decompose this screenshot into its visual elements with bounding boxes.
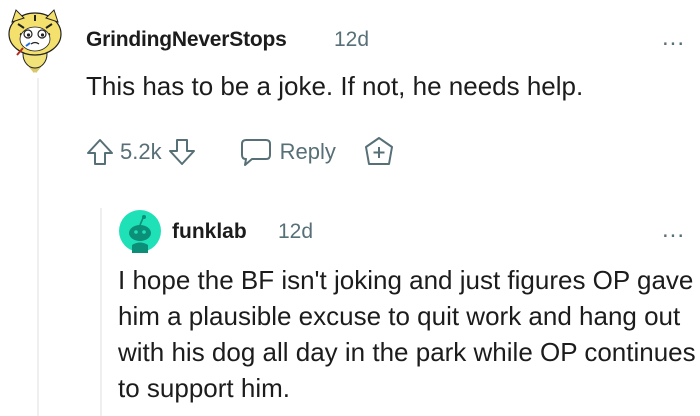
reply-body: I hope the BF isn't joking and just figu… [118,265,696,403]
comment-timestamp[interactable]: 12d [334,28,369,52]
reply-avatar[interactable] [118,209,162,253]
upvote-button[interactable] [84,134,116,170]
downvote-arrow-icon [168,139,195,165]
award-plus-icon [364,137,393,165]
comment-body: This has to be a joke. If not, he needs … [86,71,584,101]
award-button[interactable] [362,135,396,169]
speech-bubble-icon [240,139,271,166]
vote-score: 5.2k [120,139,162,164]
comment-username[interactable]: GrindingNeverStops [86,28,287,52]
reply-button[interactable]: Reply [240,137,336,167]
avatar[interactable] [4,6,66,74]
thread-line[interactable] [37,78,39,416]
reply-label: Reply [279,139,336,164]
reply-thread-line[interactable] [100,208,102,416]
upvote-arrow-icon [87,139,113,165]
downvote-button[interactable] [166,134,198,170]
reply-more-options-button[interactable]: ... [662,218,685,242]
snoo-avatar-icon [119,210,161,253]
reply-username[interactable]: funklab [172,220,247,244]
comment-more-options-button[interactable]: ... [662,26,685,50]
comment-action-bar: 5.2k Reply [84,132,396,172]
tiger-avatar-icon [8,9,62,73]
reply-timestamp[interactable]: 12d [278,220,313,244]
